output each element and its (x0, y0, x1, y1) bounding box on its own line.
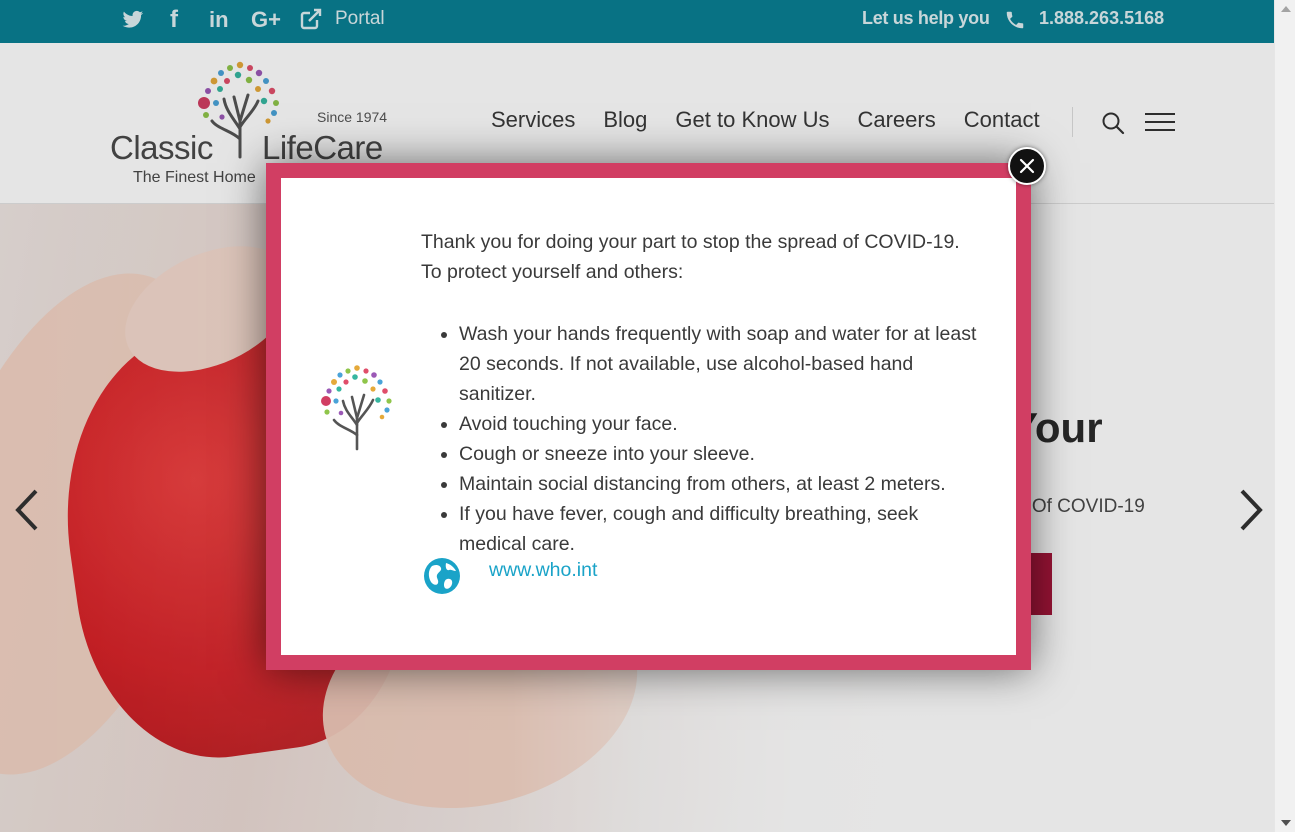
who-link[interactable]: www.who.int (489, 559, 597, 582)
tips-list: Wash your hands frequently with soap and… (459, 319, 989, 559)
close-modal-button[interactable] (1008, 147, 1046, 185)
list-item: Cough or sneeze into your sleeve. (459, 439, 989, 469)
modal-content: Thank you for doing your part to stop th… (281, 178, 1016, 655)
list-item: Avoid touching your face. (459, 409, 989, 439)
close-icon (1019, 158, 1035, 174)
modal-intro: Thank you for doing your part to stop th… (421, 227, 1001, 287)
list-item: If you have fever, cough and difficulty … (459, 499, 989, 559)
covid-modal: Thank you for doing your part to stop th… (266, 163, 1031, 670)
globe-icon (424, 558, 460, 594)
modal-intro-line-1: Thank you for doing your part to stop th… (421, 231, 960, 253)
list-item: Maintain social distancing from others, … (459, 469, 989, 499)
scroll-down-icon[interactable] (1281, 820, 1291, 826)
scroll-up-icon[interactable] (1281, 6, 1291, 12)
modal-intro-line-2: To protect yourself and others: (421, 261, 684, 283)
tree-logo-icon (321, 365, 392, 451)
scrollbar[interactable] (1274, 0, 1295, 832)
list-item: Wash your hands frequently with soap and… (459, 319, 989, 409)
